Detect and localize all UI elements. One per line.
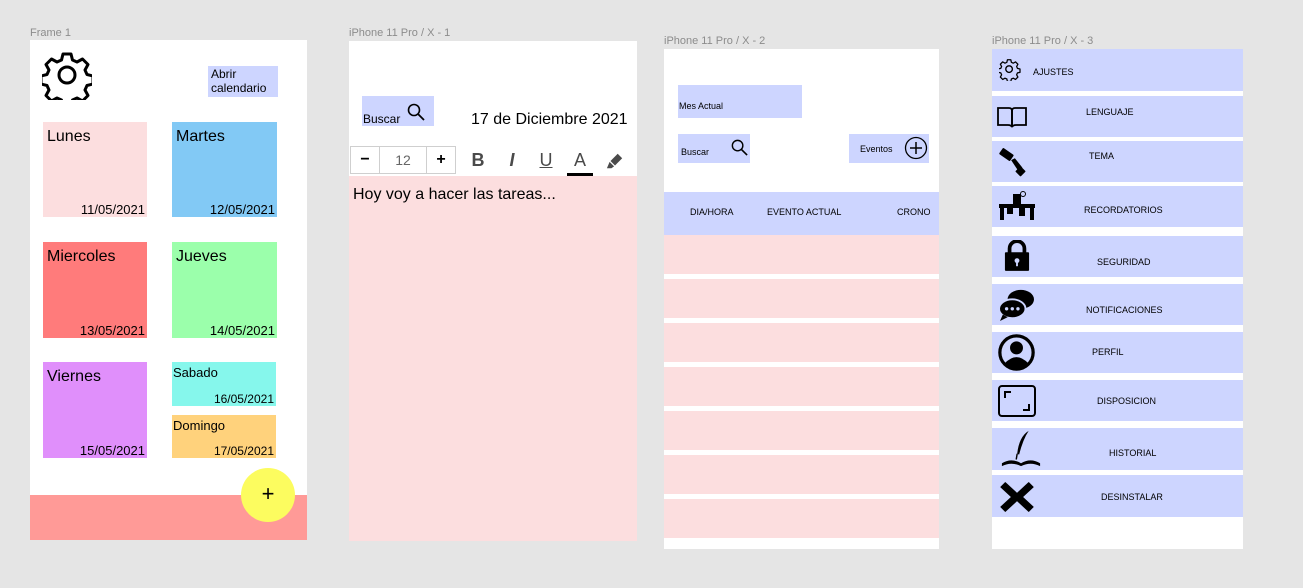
note-text: Hoy voy a hacer las tareas... — [353, 186, 556, 203]
event-row[interactable] — [664, 411, 939, 450]
settings-item-seguridad[interactable]: SEGURIDAD — [992, 236, 1243, 277]
lock-icon — [1004, 240, 1030, 271]
day-name: Domingo — [173, 418, 226, 433]
day-card-martes[interactable]: Martes 12/05/2021 — [172, 122, 277, 217]
event-row[interactable] — [664, 235, 939, 274]
bold-button[interactable]: B — [467, 146, 489, 174]
frame-label-iphone-1: iPhone 11 Pro / X - 1 — [349, 27, 451, 39]
frame-week-view: Abrir calendario Lunes 11/05/2021 Martes… — [30, 40, 307, 540]
column-header: EVENTO ACTUAL — [767, 207, 842, 217]
settings-item-perfil[interactable]: PERFIL — [992, 332, 1243, 373]
font-size-input[interactable]: 12 — [379, 146, 427, 174]
events-table-header: DIA/HORA EVENTO ACTUAL CRONO — [664, 192, 939, 235]
search-icon — [407, 103, 425, 121]
day-date: 13/05/2021 — [79, 323, 145, 338]
settings-item-ajustes[interactable]: AJUSTES — [992, 49, 1243, 91]
day-name: Lunes — [47, 128, 91, 145]
day-card-viernes[interactable]: Viernes 15/05/2021 — [43, 362, 147, 458]
day-date: 16/05/2021 — [213, 392, 274, 406]
events-label: Eventos — [860, 144, 893, 154]
event-row[interactable] — [664, 367, 939, 406]
day-date: 14/05/2021 — [209, 323, 275, 338]
frame-icon — [998, 385, 1036, 417]
day-card-domingo[interactable]: Domingo 17/05/2021 — [172, 415, 276, 458]
settings-item-label: RECORDATORIOS — [1084, 205, 1163, 215]
user-icon — [998, 334, 1035, 371]
settings-item-desinstalar[interactable]: DESINSTALAR — [992, 475, 1243, 517]
gear-icon — [999, 59, 1021, 81]
underline-button[interactable]: U — [535, 146, 557, 174]
settings-item-label: HISTORIAL — [1109, 448, 1157, 458]
day-card-miercoles[interactable]: Miercoles 13/05/2021 — [43, 242, 147, 338]
settings-item-label: AJUSTES — [1033, 67, 1074, 77]
font-size-decrease-button[interactable]: − — [350, 146, 380, 174]
settings-item-label: NOTIFICACIONES — [1086, 305, 1163, 315]
settings-item-lenguaje[interactable]: LENGUAJE — [992, 96, 1243, 137]
day-card-jueves[interactable]: Jueves 14/05/2021 — [172, 242, 277, 338]
current-month-button[interactable]: Mes Actual — [678, 85, 802, 118]
event-row[interactable] — [664, 279, 939, 318]
add-button[interactable]: + — [241, 468, 295, 522]
settings-item-label: DISPOSICION — [1097, 396, 1157, 406]
day-name: Viernes — [47, 368, 101, 385]
settings-item-label: SEGURIDAD — [1097, 257, 1151, 267]
font-size-increase-button[interactable]: + — [426, 146, 456, 174]
settings-item-tema[interactable]: TEMA — [992, 141, 1243, 182]
desk-alarm-icon — [999, 191, 1035, 220]
day-date: 15/05/2021 — [79, 443, 145, 458]
day-name: Sabado — [173, 365, 218, 380]
formatting-toolbar: − 12 + B I U A — [349, 144, 637, 178]
frame-label-iphone-2: iPhone 11 Pro / X - 2 — [664, 35, 766, 47]
settings-gear-icon[interactable] — [42, 50, 92, 100]
highlighter-icon[interactable] — [606, 152, 624, 170]
settings-item-label: PERFIL — [1092, 347, 1124, 357]
settings-item-historial[interactable]: HISTORIAL — [992, 428, 1243, 470]
day-name: Miercoles — [47, 248, 116, 265]
chat-bubbles-icon — [998, 289, 1034, 322]
add-circle-icon — [904, 136, 928, 160]
frame-label-iphone-3: iPhone 11 Pro / X - 3 — [992, 35, 1094, 47]
settings-item-notificaciones[interactable]: NOTIFICACIONES — [992, 284, 1243, 325]
text-color-button[interactable]: A — [567, 146, 593, 174]
current-month-label: Mes Actual — [679, 101, 724, 111]
x-icon — [1000, 482, 1034, 512]
day-date: 11/05/2021 — [80, 202, 145, 217]
day-date: 12/05/2021 — [209, 202, 275, 217]
settings-item-disposicion[interactable]: DISPOSICION — [992, 380, 1243, 421]
settings-item-label: DESINSTALAR — [1101, 492, 1163, 502]
day-name: Martes — [176, 128, 225, 145]
search-label: Buscar — [681, 147, 710, 157]
event-row[interactable] — [664, 499, 939, 538]
frame-label-frame-1: Frame 1 — [30, 27, 71, 39]
frame-note-editor: Buscar 17 de Diciembre 2021 − 12 + B I U… — [349, 41, 637, 541]
note-date: 17 de Diciembre 2021 — [471, 111, 628, 128]
frame-events: Mes Actual Buscar Eventos DIA/HORA EVENT… — [664, 49, 939, 549]
day-card-sabado[interactable]: Sabado 16/05/2021 — [172, 362, 276, 406]
day-name: Jueves — [176, 248, 227, 265]
event-row[interactable] — [664, 323, 939, 362]
book-icon — [997, 107, 1027, 128]
note-text-area[interactable]: Hoy voy a hacer las tareas... — [349, 176, 637, 541]
settings-item-label: LENGUAJE — [1086, 107, 1134, 117]
search-button[interactable]: Buscar — [678, 134, 750, 163]
frame-settings-menu: AJUSTES LENGUAJE TEMA RECORDATORIOS SEGU… — [992, 49, 1243, 549]
settings-item-label: TEMA — [1089, 151, 1115, 161]
search-button[interactable]: Buscar — [362, 96, 434, 126]
italic-button[interactable]: I — [501, 146, 523, 174]
quill-book-icon — [1001, 430, 1041, 467]
open-calendar-button[interactable]: Abrir calendario — [208, 66, 278, 97]
day-date: 17/05/2021 — [213, 444, 274, 458]
search-icon — [731, 139, 748, 156]
events-button[interactable]: Eventos — [849, 134, 929, 163]
day-card-lunes[interactable]: Lunes 11/05/2021 — [43, 122, 147, 217]
column-header: CRONO — [897, 207, 931, 217]
search-label: Buscar — [363, 112, 401, 126]
column-header: DIA/HORA — [690, 207, 734, 217]
event-row[interactable] — [664, 455, 939, 494]
settings-item-recordatorios[interactable]: RECORDATORIOS — [992, 186, 1243, 227]
paint-roller-icon — [999, 148, 1026, 177]
